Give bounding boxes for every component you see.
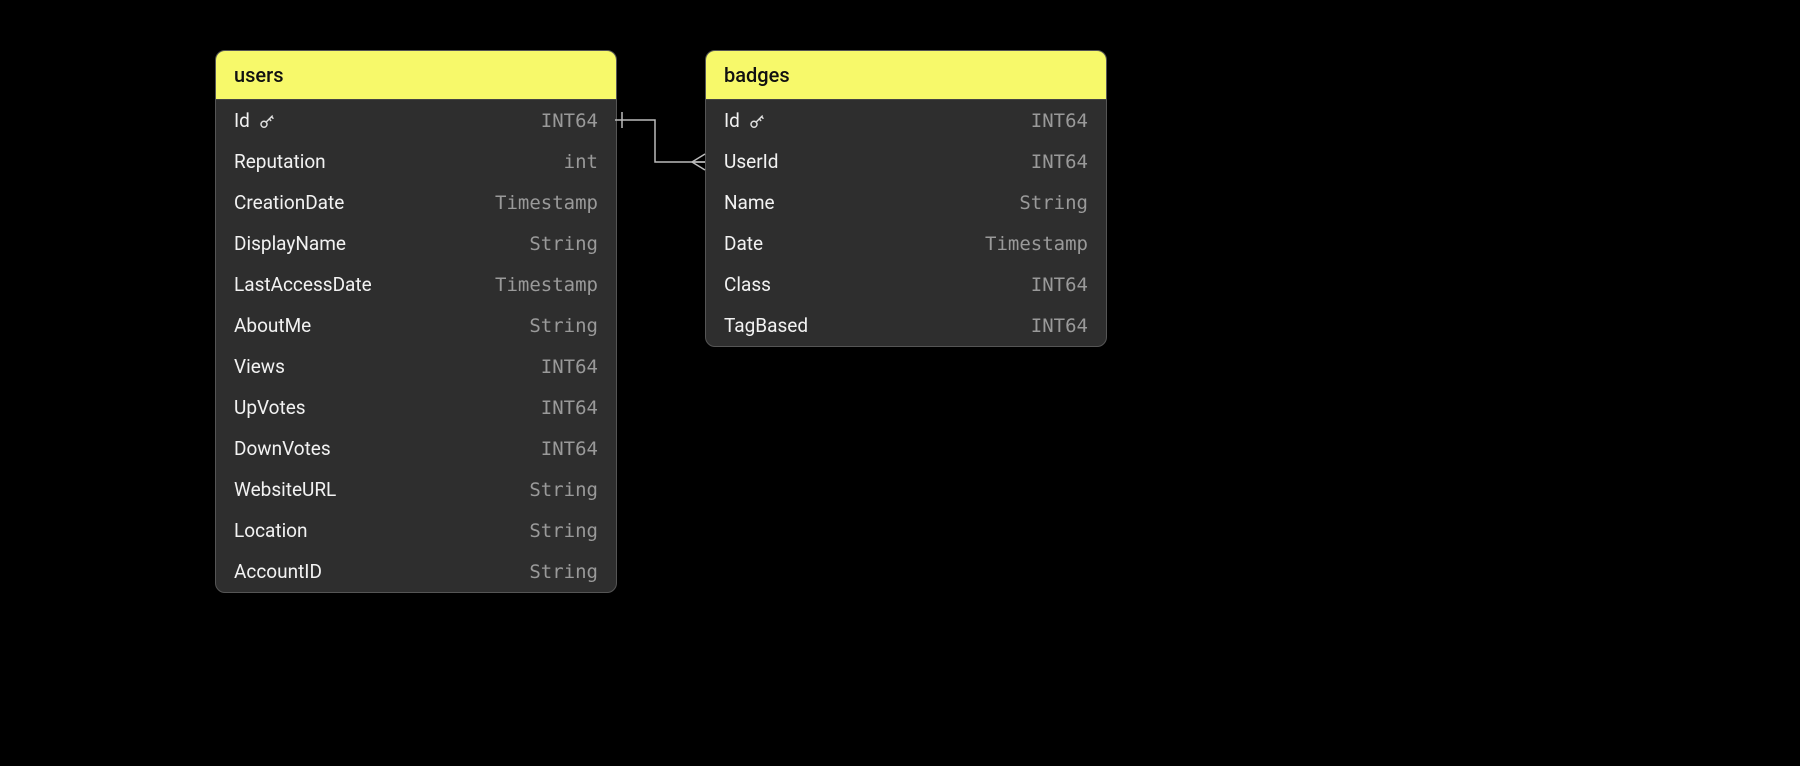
column-type: String — [529, 479, 598, 501]
column-name: Id — [234, 109, 276, 132]
key-icon — [258, 109, 276, 132]
column-type: INT64 — [541, 356, 598, 378]
table-body-badges: Id INT64 UserId INT64 Name String Date Timestam… — [706, 100, 1106, 346]
column-name: Class — [724, 273, 771, 296]
column-row[interactable]: CreationDate Timestamp — [216, 182, 616, 223]
column-name: Date — [724, 232, 763, 255]
column-type: INT64 — [541, 110, 598, 132]
column-type: INT64 — [1031, 315, 1088, 337]
column-row[interactable]: DownVotes INT64 — [216, 428, 616, 469]
column-type: INT64 — [541, 438, 598, 460]
column-name: CreationDate — [234, 191, 344, 214]
column-type: INT64 — [1031, 151, 1088, 173]
column-name: Location — [234, 519, 308, 542]
column-type: String — [529, 315, 598, 337]
column-row[interactable]: LastAccessDate Timestamp — [216, 264, 616, 305]
column-name: WebsiteURL — [234, 478, 336, 501]
column-type: INT64 — [1031, 274, 1088, 296]
column-name: TagBased — [724, 314, 808, 337]
column-row[interactable]: Class INT64 — [706, 264, 1106, 305]
key-icon — [748, 109, 766, 132]
column-row[interactable]: Views INT64 — [216, 346, 616, 387]
column-name: Reputation — [234, 150, 326, 173]
column-row[interactable]: Location String — [216, 510, 616, 551]
table-users[interactable]: users Id INT64 Reputation int CreationDate Ti… — [215, 50, 617, 593]
column-row[interactable]: WebsiteURL String — [216, 469, 616, 510]
column-name: UpVotes — [234, 396, 306, 419]
table-badges[interactable]: badges Id INT64 UserId INT64 Name String Date T… — [705, 50, 1107, 347]
column-name: DisplayName — [234, 232, 346, 255]
column-row[interactable]: Id INT64 — [216, 100, 616, 141]
column-name: UserId — [724, 150, 779, 173]
table-header-badges: badges — [706, 51, 1106, 100]
column-type: String — [529, 561, 598, 583]
column-name: Name — [724, 191, 775, 214]
column-row[interactable]: Id INT64 — [706, 100, 1106, 141]
column-type: String — [1019, 192, 1088, 214]
column-type: Timestamp — [985, 233, 1088, 255]
column-name: LastAccessDate — [234, 273, 372, 296]
column-row[interactable]: UserId INT64 — [706, 141, 1106, 182]
column-row[interactable]: UpVotes INT64 — [216, 387, 616, 428]
column-name: Id — [724, 109, 766, 132]
column-name: AccountID — [234, 560, 322, 583]
column-name: DownVotes — [234, 437, 331, 460]
column-name: AboutMe — [234, 314, 311, 337]
column-row[interactable]: Name String — [706, 182, 1106, 223]
column-type: INT64 — [1031, 110, 1088, 132]
table-body-users: Id INT64 Reputation int CreationDate Timestam… — [216, 100, 616, 592]
column-type: int — [564, 151, 598, 173]
column-type: String — [529, 520, 598, 542]
column-name: Views — [234, 355, 285, 378]
column-row[interactable]: Date Timestamp — [706, 223, 1106, 264]
column-type: Timestamp — [495, 192, 598, 214]
column-type: String — [529, 233, 598, 255]
column-type: Timestamp — [495, 274, 598, 296]
column-type: INT64 — [541, 397, 598, 419]
diagram-canvas: { "tables": { "users": { "title": "users… — [0, 0, 1800, 766]
column-row[interactable]: AccountID String — [216, 551, 616, 592]
column-row[interactable]: DisplayName String — [216, 223, 616, 264]
column-row[interactable]: AboutMe String — [216, 305, 616, 346]
column-row[interactable]: TagBased INT64 — [706, 305, 1106, 346]
table-header-users: users — [216, 51, 616, 100]
column-row[interactable]: Reputation int — [216, 141, 616, 182]
